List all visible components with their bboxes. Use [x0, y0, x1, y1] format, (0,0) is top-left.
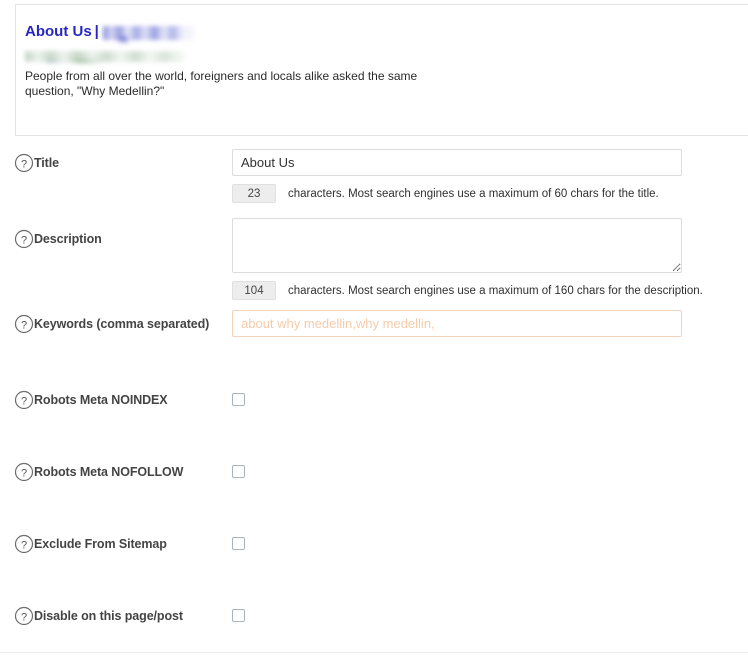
robots-nofollow-label: Robots Meta NOFOLLOW	[34, 465, 184, 479]
svg-text:?: ?	[21, 319, 27, 331]
title-counter-line: characters. Most search engines use a ma…	[232, 184, 748, 203]
question-circle-icon[interactable]: ?	[14, 229, 34, 249]
description-textarea[interactable]	[232, 218, 682, 273]
robots-noindex-label: Robots Meta NOINDEX	[34, 393, 168, 407]
seo-settings-page: About Us | People from all over the worl…	[0, 0, 748, 657]
robots-noindex-checkbox[interactable]	[232, 393, 245, 406]
disable-on-page-control	[232, 606, 748, 622]
snippet-title: About Us |	[25, 23, 748, 41]
form-row-disable-on-page: ? Disable on this page/post	[0, 590, 748, 657]
svg-text:?: ?	[21, 611, 27, 623]
form-row-title: ? Title characters. Most search engines …	[0, 137, 748, 210]
form-row-exclude-sitemap: ? Exclude From Sitemap	[0, 518, 748, 590]
snippet-site-name-redacted	[102, 26, 195, 40]
seo-form: ? Title characters. Most search engines …	[0, 137, 748, 657]
form-row-description: ? Description characters. Most search en…	[0, 210, 748, 302]
svg-text:?: ?	[21, 234, 27, 246]
description-control: characters. Most search engines use a ma…	[232, 218, 748, 300]
title-character-count[interactable]	[232, 184, 276, 203]
title-control: characters. Most search engines use a ma…	[232, 149, 748, 203]
robots-nofollow-control	[232, 462, 748, 478]
svg-text:?: ?	[21, 539, 27, 551]
snippet-title-separator: |	[94, 23, 99, 40]
form-row-robots-nofollow: ? Robots Meta NOFOLLOW	[0, 446, 748, 518]
disable-on-page-label: Disable on this page/post	[34, 609, 183, 623]
disable-on-page-checkbox[interactable]	[232, 609, 245, 622]
question-circle-icon[interactable]: ?	[14, 390, 34, 410]
title-label: Title	[34, 156, 59, 170]
robots-nofollow-checkbox[interactable]	[232, 465, 245, 478]
keywords-input[interactable]	[232, 310, 682, 337]
keywords-label: Keywords (comma separated)	[34, 317, 210, 331]
search-snippet-preview: About Us | People from all over the worl…	[15, 4, 748, 136]
description-counter-line: characters. Most search engines use a ma…	[232, 281, 748, 300]
snippet-description: People from all over the world, foreigne…	[25, 69, 418, 98]
snippet-title-text: About Us	[25, 23, 92, 40]
form-row-keywords: ? Keywords (comma separated)	[0, 302, 748, 374]
robots-noindex-label-cell: ? Robots Meta NOINDEX	[0, 390, 232, 410]
title-counter-note: characters. Most search engines use a ma…	[288, 187, 659, 200]
disable-on-page-label-cell: ? Disable on this page/post	[0, 606, 232, 626]
title-label-cell: ? Title	[0, 149, 232, 173]
question-circle-icon[interactable]: ?	[14, 606, 34, 626]
question-circle-icon[interactable]: ?	[14, 314, 34, 334]
bottom-divider	[0, 652, 748, 653]
svg-text:?: ?	[21, 395, 27, 407]
question-circle-icon[interactable]: ?	[14, 462, 34, 482]
question-circle-icon[interactable]: ?	[14, 153, 34, 173]
robots-noindex-control	[232, 390, 748, 406]
exclude-sitemap-checkbox[interactable]	[232, 537, 245, 550]
robots-nofollow-label-cell: ? Robots Meta NOFOLLOW	[0, 462, 232, 482]
keywords-label-cell: ? Keywords (comma separated)	[0, 310, 232, 334]
title-input[interactable]	[232, 149, 682, 176]
svg-text:?: ?	[21, 158, 27, 170]
description-label-cell: ? Description	[0, 218, 232, 249]
exclude-sitemap-label-cell: ? Exclude From Sitemap	[0, 534, 232, 554]
svg-text:?: ?	[21, 467, 27, 479]
exclude-sitemap-control	[232, 534, 748, 550]
description-label: Description	[34, 232, 102, 246]
exclude-sitemap-label: Exclude From Sitemap	[34, 537, 167, 551]
description-counter-note: characters. Most search engines use a ma…	[288, 284, 703, 297]
keywords-control	[232, 310, 748, 337]
description-character-count[interactable]	[232, 281, 276, 300]
question-circle-icon[interactable]: ?	[14, 534, 34, 554]
form-row-robots-noindex: ? Robots Meta NOINDEX	[0, 374, 748, 446]
snippet-url-redacted	[25, 51, 185, 62]
